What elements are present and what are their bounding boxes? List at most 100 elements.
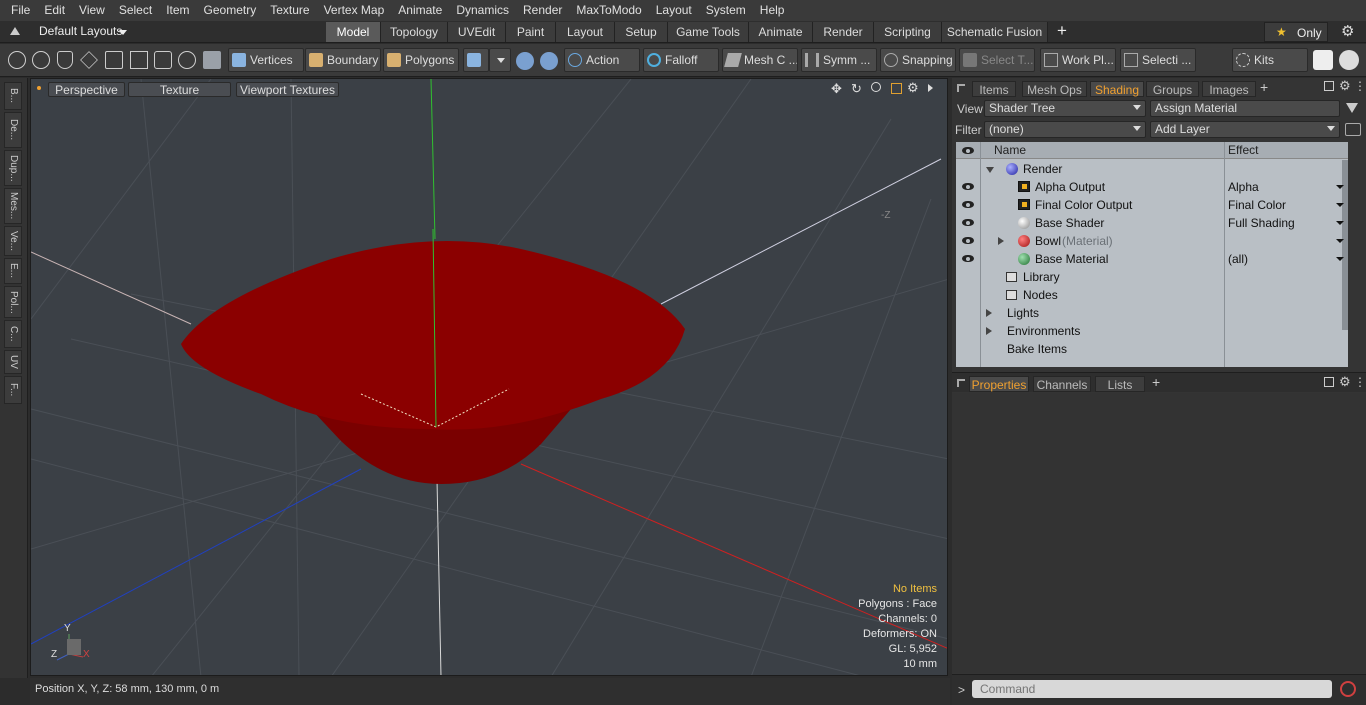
vtab-uv[interactable]: UV xyxy=(4,350,22,374)
tab-shading[interactable]: Shading xyxy=(1090,81,1144,97)
tree-row-nodes[interactable]: Nodes xyxy=(956,286,1348,304)
menu-animate[interactable]: Animate xyxy=(391,0,449,21)
chevron-down-icon[interactable] xyxy=(119,30,127,35)
boundary-button[interactable]: Boundary xyxy=(305,48,381,72)
tab-setup[interactable]: Setup xyxy=(615,22,668,42)
tab-render[interactable]: Render xyxy=(813,22,874,42)
tab-groups[interactable]: Groups xyxy=(1146,81,1199,97)
3d-viewport[interactable]: Y Z X -Z Perspective Texture Viewport Te… xyxy=(30,78,948,676)
filter-funnel-icon[interactable] xyxy=(1346,103,1358,113)
tree-row-environments[interactable]: Environments xyxy=(956,322,1348,340)
visibility-eye-icon[interactable] xyxy=(962,201,974,208)
tree-row-base-material[interactable]: Base Material (all) xyxy=(956,250,1348,268)
vtab-curve[interactable]: C... xyxy=(4,320,22,348)
up-arrow-icon[interactable] xyxy=(10,25,20,35)
record-icon[interactable] xyxy=(1340,681,1356,697)
move-view-icon[interactable]: ✥ xyxy=(831,81,842,97)
add-panel-tab-icon[interactable]: + xyxy=(1260,79,1268,95)
tab-lists[interactable]: Lists xyxy=(1095,376,1145,392)
align-icon[interactable] xyxy=(105,51,123,69)
vtab-duplicate[interactable]: Dup... xyxy=(4,150,22,186)
rotate-view-icon[interactable]: ↻ xyxy=(851,81,862,97)
kits-button[interactable]: Kits xyxy=(1232,48,1308,72)
panel-corner-icon[interactable] xyxy=(957,84,965,92)
tab-properties[interactable]: Properties xyxy=(969,376,1029,392)
add-panel-tab-icon[interactable]: + xyxy=(1152,374,1160,390)
panel-maximize-icon[interactable] xyxy=(1324,81,1334,91)
vtab-fusion[interactable]: F... xyxy=(4,376,22,404)
tree-row-bake-items[interactable]: Bake Items xyxy=(956,340,1348,358)
cog-shield-icon[interactable] xyxy=(540,52,558,70)
effect-column-header[interactable]: Effect xyxy=(1228,142,1258,159)
visibility-eye-icon[interactable] xyxy=(962,255,974,262)
menu-layout[interactable]: Layout xyxy=(649,0,699,21)
filter-dropdown[interactable]: (none) xyxy=(984,121,1146,138)
view-dropdown[interactable]: Shader Tree xyxy=(984,100,1146,117)
chevron-down-icon[interactable] xyxy=(1336,185,1344,189)
unreal-icon[interactable] xyxy=(1339,50,1359,70)
tree-row-lights[interactable]: Lights xyxy=(956,304,1348,322)
selection-sets-button[interactable]: Selecti ... xyxy=(1120,48,1196,72)
clock-icon[interactable] xyxy=(178,51,196,69)
zoom-view-icon[interactable] xyxy=(871,82,881,92)
lasso-icon[interactable] xyxy=(80,51,98,69)
menu-vertex-map[interactable]: Vertex Map xyxy=(317,0,392,21)
work-plane-button[interactable]: Work Pl... xyxy=(1040,48,1116,72)
chevron-down-icon[interactable] xyxy=(1336,257,1344,261)
grid-icon[interactable] xyxy=(130,51,148,69)
tab-scripting[interactable]: Scripting xyxy=(874,22,942,42)
tab-images[interactable]: Images xyxy=(1202,81,1256,97)
chevron-down-icon[interactable] xyxy=(1336,221,1344,225)
chevron-down-icon[interactable] xyxy=(1336,203,1344,207)
final-color-effect-value[interactable]: Final Color xyxy=(1228,196,1286,214)
material-mode-button[interactable] xyxy=(463,48,489,72)
perspective-view-button[interactable]: Perspective xyxy=(48,82,125,97)
tab-layout[interactable]: Layout xyxy=(556,22,615,42)
command-input[interactable] xyxy=(972,680,1332,698)
name-column-header[interactable]: Name xyxy=(994,142,1026,159)
only-toggle[interactable]: ★ Only xyxy=(1264,22,1328,42)
snapping-button[interactable]: Snapping xyxy=(880,48,956,72)
select-through-button[interactable]: Select T... xyxy=(959,48,1035,72)
view-gear-icon[interactable]: ⚙ xyxy=(907,80,919,96)
tree-row-alpha-output[interactable]: Alpha Output Alpha xyxy=(956,178,1348,196)
panel-maximize-icon[interactable] xyxy=(1324,377,1334,387)
vtab-deform[interactable]: De... xyxy=(4,112,22,148)
gear-icon[interactable]: ⚙ xyxy=(1341,22,1354,40)
material-mode-dropdown[interactable] xyxy=(489,48,511,72)
alpha-effect-value[interactable]: Alpha xyxy=(1228,178,1259,196)
tree-row-bowl-material[interactable]: Bowl (Material) xyxy=(956,232,1348,250)
panel-corner-icon[interactable] xyxy=(957,379,965,387)
tree-row-final-color-output[interactable]: Final Color Output Final Color xyxy=(956,196,1348,214)
base-material-effect-value[interactable]: (all) xyxy=(1228,250,1248,268)
mesh-constraint-button[interactable]: Mesh C ... xyxy=(722,48,798,72)
vertices-button[interactable]: Vertices xyxy=(228,48,304,72)
vtab-polygon[interactable]: Pol... xyxy=(4,286,22,318)
tree-row-base-shader[interactable]: Base Shader Full Shading xyxy=(956,214,1348,232)
viewport-dot-icon[interactable] xyxy=(37,86,41,90)
polygons-button[interactable]: Polygons xyxy=(383,48,459,72)
globe-icon[interactable] xyxy=(32,51,50,69)
visibility-eye-icon[interactable] xyxy=(962,183,974,190)
assign-material-button[interactable]: Assign Material xyxy=(1150,100,1340,117)
item-mode-icon[interactable] xyxy=(203,51,221,69)
maximize-view-icon[interactable] xyxy=(891,83,902,94)
menu-texture[interactable]: Texture xyxy=(263,0,316,21)
vtab-mesh-edit[interactable]: Mes... xyxy=(4,188,22,224)
tab-items[interactable]: Items xyxy=(972,81,1016,97)
menu-select[interactable]: Select xyxy=(112,0,159,21)
menu-dynamics[interactable]: Dynamics xyxy=(449,0,516,21)
circle-select-icon[interactable] xyxy=(8,51,26,69)
expand-toggle-icon[interactable] xyxy=(986,327,992,335)
pen-icon[interactable] xyxy=(57,51,73,69)
vtab-vertex[interactable]: Ve... xyxy=(4,226,22,256)
panel-options-icon[interactable]: ⋮ xyxy=(1354,375,1366,389)
tree-row-library[interactable]: Library xyxy=(956,268,1348,286)
panel-options-icon[interactable]: ⋮ xyxy=(1354,79,1366,93)
viewport-textures-button[interactable]: Viewport Textures xyxy=(236,82,339,97)
tab-channels[interactable]: Channels xyxy=(1033,376,1091,392)
menu-maxtomodo[interactable]: MaxToModo xyxy=(569,0,648,21)
panel-gear-icon[interactable]: ⚙ xyxy=(1339,78,1351,94)
tab-uvedit[interactable]: UVEdit xyxy=(448,22,506,42)
layout-selector[interactable]: Default Layouts xyxy=(39,24,122,38)
